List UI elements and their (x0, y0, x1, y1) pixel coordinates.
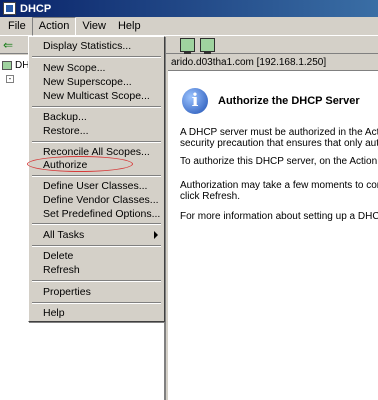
action-menu-dropdown: Display Statistics... New Scope... New S… (28, 36, 165, 322)
menu-item-refresh[interactable]: Refresh (43, 263, 80, 277)
back-arrow-icon[interactable]: ⇐ (3, 38, 18, 52)
menu-separator (32, 141, 161, 143)
dhcp-app-icon (3, 2, 16, 15)
menu-item-new-superscope[interactable]: New Superscope... (43, 75, 132, 89)
info-paragraph-line: To authorize this DHCP server, on the Ac… (180, 156, 378, 167)
menu-item-delete[interactable]: Delete (43, 249, 73, 263)
info-icon: i (182, 88, 208, 114)
menu-item-define-vendor-classes[interactable]: Define Vendor Classes... (43, 193, 159, 207)
menu-file[interactable]: File (2, 18, 32, 35)
menu-separator (32, 106, 161, 108)
expand-plus-icon[interactable]: - (6, 75, 14, 83)
menu-separator (32, 175, 161, 177)
menu-separator (32, 280, 161, 282)
menu-separator (32, 56, 161, 58)
info-paragraph-line: click Refresh. (180, 191, 241, 202)
menu-view[interactable]: View (76, 18, 112, 35)
dhcp-node-icon (2, 60, 12, 70)
menu-action[interactable]: Action (31, 16, 77, 36)
menu-item-set-predefined-options[interactable]: Set Predefined Options... (43, 207, 160, 221)
info-paragraph-line: For more information about setting up a … (180, 211, 378, 222)
menu-item-new-scope[interactable]: New Scope... (43, 61, 105, 75)
menu-help[interactable]: Help (112, 18, 147, 35)
monitor-icon[interactable] (180, 38, 195, 54)
monitor-network-icon[interactable] (200, 38, 215, 54)
menu-item-label: All Tasks (43, 229, 85, 241)
info-paragraph-line: security precaution that ensures that on… (180, 138, 378, 149)
info-title: Authorize the DHCP Server (218, 95, 360, 107)
tree-expander[interactable]: - (6, 73, 14, 85)
menu-item-properties[interactable]: Properties (43, 285, 91, 299)
menu-item-all-tasks[interactable]: All Tasks (43, 228, 162, 242)
menu-separator (32, 245, 161, 247)
server-address: arido.d03tha1.com [192.168.1.250] (168, 55, 378, 71)
submenu-arrow-icon (154, 231, 158, 239)
menu-separator (32, 302, 161, 304)
menu-item-restore[interactable]: Restore... (43, 124, 89, 138)
menu-item-help[interactable]: Help (43, 306, 65, 320)
title-bar: DHCP (0, 0, 378, 17)
details-pane: arido.d03tha1.com [192.168.1.250] i Auth… (168, 55, 378, 400)
menu-item-define-user-classes[interactable]: Define User Classes... (43, 179, 147, 193)
menu-bar: File Action View Help (0, 16, 378, 36)
menu-item-backup[interactable]: Backup... (43, 110, 87, 124)
menu-item-new-multicast-scope[interactable]: New Multicast Scope... (43, 89, 150, 103)
window-title: DHCP (20, 2, 52, 15)
authorize-highlight-ring (27, 156, 133, 172)
menu-separator (32, 223, 161, 225)
menu-item-display-statistics[interactable]: Display Statistics... (43, 39, 131, 53)
